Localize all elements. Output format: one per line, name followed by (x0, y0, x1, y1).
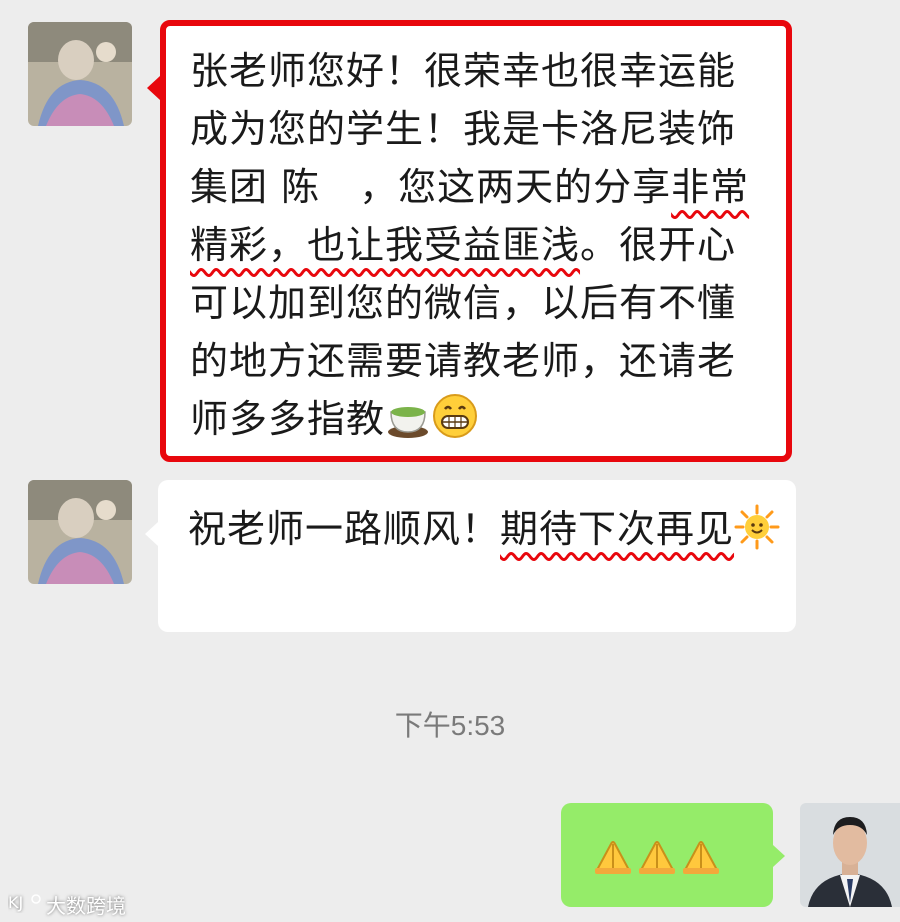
underlined-segment: 期待下次再见 (500, 504, 780, 551)
message-bubble[interactable]: 祝老师一路顺风！期待下次再见 (145, 480, 796, 632)
bubble-tail (147, 76, 160, 100)
my-message-bubble[interactable] (561, 803, 785, 907)
sun-emoji (734, 504, 780, 566)
underlined-text: 期待下次再见 (500, 507, 735, 551)
message-text (591, 827, 723, 893)
contact-avatar[interactable] (28, 22, 132, 126)
message-text: 张老师您好！很荣幸也很幸运能成为您的学生！我是卡洛尼装饰集团 陈 ，您这两天的分… (190, 42, 770, 456)
my-avatar[interactable] (800, 803, 900, 907)
kj-logo-icon: KJ (8, 891, 42, 918)
grin-emoji (431, 392, 479, 456)
message-segment: 张老师您好！很荣幸也很幸运能成为您的学生！我是卡洛尼装饰集团 陈 ，您这两天的分… (190, 49, 737, 209)
tea-emoji (385, 394, 431, 456)
svg-text:KJ: KJ (8, 893, 23, 912)
message-bubble-highlighted[interactable]: 张老师您好！很荣幸也很幸运能成为您的学生！我是卡洛尼装饰集团 陈 ，您这两天的分… (147, 20, 792, 462)
bubble-tail (773, 845, 785, 867)
pray-emoji (635, 834, 679, 893)
contact-avatar[interactable] (28, 480, 132, 584)
message-segment: 祝老师一路顺风！ (188, 507, 501, 551)
watermark-text: 大数跨境 (46, 893, 126, 918)
bubble-tail (145, 522, 158, 546)
message-timestamp: 下午5:53 (394, 710, 506, 741)
pray-emoji (591, 834, 635, 893)
watermark: KJ 大数跨境 (8, 890, 126, 918)
pray-emoji (679, 834, 723, 893)
message-text: 祝老师一路顺风！期待下次再见 (188, 500, 788, 566)
